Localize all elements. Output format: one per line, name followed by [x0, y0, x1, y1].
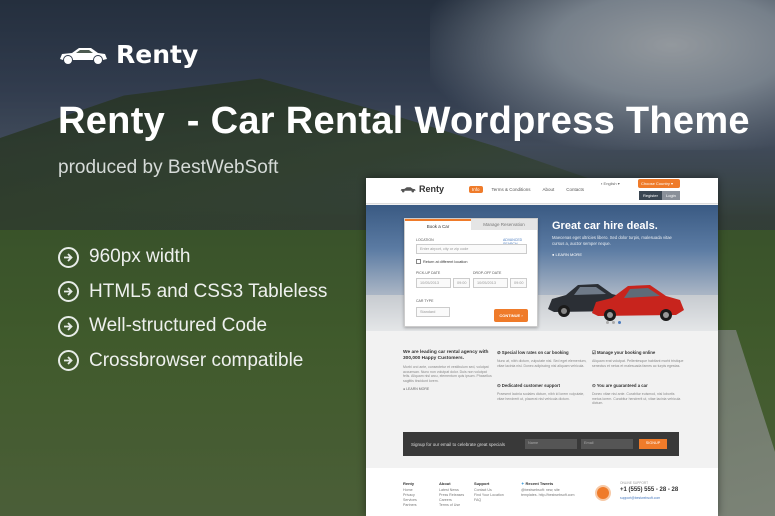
- hero-text: Maecenas eget ultricies libero. Sed dolo…: [552, 235, 672, 246]
- arrow-circle-icon: [58, 350, 79, 372]
- phone-support-icon: [595, 485, 611, 501]
- nav-item-terms[interactable]: Terms & Conditions: [489, 186, 534, 193]
- dropoff-time-select[interactable]: 09:00: [510, 278, 527, 288]
- tab-book-car[interactable]: Book a Car: [405, 219, 471, 230]
- feature-label: 960px width: [89, 246, 191, 268]
- intro-learn-more-link[interactable]: ● LEARN MORE: [403, 387, 493, 391]
- intro-heading: We are leading car rental agency with 30…: [403, 350, 489, 361]
- car-logo-icon: [60, 47, 107, 64]
- feature-item: Crossbrowser compatible: [58, 344, 327, 379]
- return-different-location[interactable]: Return at different location: [416, 259, 467, 264]
- intro-section: We are leading car rental agency with 30…: [403, 350, 493, 391]
- brand-logo: Renty: [58, 40, 198, 69]
- location-label: LOCATION: [416, 238, 434, 242]
- cars-image: [548, 284, 684, 321]
- footer-link[interactable]: FAQ: [474, 498, 504, 503]
- benefit-text: Nunc at, nibh dictum, vulputate nisl. Se…: [497, 359, 587, 368]
- feature-label: Crossbrowser compatible: [89, 349, 304, 371]
- slider-dot[interactable]: [612, 321, 615, 324]
- dropoff-label: DROP-OFF DATE: [473, 271, 502, 275]
- intro-text: Morbi orci ante, consectetur et vestibul…: [403, 365, 492, 383]
- tweets-heading: ✦ Recent Tweets: [521, 481, 554, 486]
- feature-list: 960px width HTML5 and CSS3 Tableless Wel…: [58, 240, 327, 378]
- preview-footer: Renty Home Privacy Services Partners Abo…: [366, 468, 718, 516]
- benefit-text: Aliquam erat volutpat. Pellentesque habi…: [592, 359, 684, 368]
- location-input[interactable]: Enter airport, city or zip code: [416, 244, 527, 254]
- register-button[interactable]: Register: [639, 191, 662, 200]
- newsletter-bar: Signup for our email to celebrate great …: [403, 432, 679, 456]
- footer-link[interactable]: Partners: [403, 503, 417, 508]
- benefit-heading: ☑ Manage your booking online: [592, 350, 656, 355]
- benefit-text: Praesent lacinia sodales dictum, nibh id…: [497, 392, 585, 401]
- signup-button[interactable]: SIGNUP: [639, 439, 667, 449]
- tweet-text[interactable]: @bestwebsoft: new, site templates. http:…: [521, 488, 576, 498]
- hero-learn-more-link[interactable]: ● LEARN MORE: [552, 252, 582, 257]
- car-logo-icon: [400, 186, 416, 192]
- feature-label: Well-structured Code: [89, 315, 268, 337]
- benefit-heading: ⊘ Special low rates on car booking: [497, 350, 569, 355]
- car-type-label: CAR TYPE: [416, 299, 434, 303]
- slider-dot[interactable]: [606, 321, 609, 324]
- footer-col-renty: Renty Home Privacy Services Partners: [403, 481, 417, 508]
- pickup-time-select[interactable]: 09:00: [453, 278, 470, 288]
- benefit-item: ⊙ Dedicated customer support Praesent la…: [497, 383, 589, 401]
- dropoff-date-input[interactable]: 10/05/2013: [473, 278, 508, 288]
- feature-item: HTML5 and CSS3 Tableless: [58, 275, 327, 310]
- arrow-circle-icon: [58, 281, 79, 303]
- pickup-date-input[interactable]: 10/05/2013: [416, 278, 451, 288]
- newsletter-email-input[interactable]: Email: [581, 439, 633, 449]
- footer-link[interactable]: Terms of Use: [439, 503, 464, 508]
- language-select[interactable]: ▪ English ▾: [601, 181, 620, 186]
- nav-item-about[interactable]: About: [540, 186, 558, 193]
- feature-label: HTML5 and CSS3 Tableless: [89, 280, 328, 302]
- footer-col-about: About Latest News Press Releases Careers…: [439, 481, 465, 508]
- nav-item-contacts[interactable]: Contacts: [563, 186, 587, 193]
- feature-item: 960px width: [58, 240, 327, 275]
- preview-hero: Book a Car Manage Reservation LOCATION A…: [366, 205, 718, 331]
- theme-preview: Renty Info Terms & Conditions About Cont…: [366, 178, 718, 516]
- footer-col-support: Support Contact Us Find Your Location FA…: [474, 481, 504, 503]
- newsletter-label: Signup for our email to celebrate great …: [411, 441, 506, 447]
- footer-tweets: ✦ Recent Tweets @bestwebsoft: new, site …: [521, 481, 576, 498]
- car-type-select[interactable]: Standard: [416, 307, 450, 317]
- preview-logo[interactable]: Renty: [400, 184, 444, 194]
- tab-manage-reservation[interactable]: Manage Reservation: [471, 219, 537, 230]
- login-button[interactable]: Login: [662, 191, 680, 200]
- arrow-circle-icon: [58, 246, 79, 268]
- continue-button[interactable]: CONTINUE ›: [494, 309, 528, 322]
- booking-tabs: Book a Car Manage Reservation: [405, 219, 537, 230]
- benefit-text: Donec vitae nisi ante. Curabitur euismod…: [592, 392, 681, 406]
- benefit-heading: ⊙ You are guaranteed a car: [592, 383, 648, 388]
- preview-logo-text: Renty: [419, 184, 445, 194]
- pickup-label: PICK-UP DATE: [416, 271, 441, 275]
- nav-item-info[interactable]: Info: [469, 186, 483, 193]
- support-phone: +1 (555) 555 - 28 - 28: [620, 487, 679, 493]
- preview-nav: Info Terms & Conditions About Contacts: [469, 186, 587, 193]
- checkbox[interactable]: [416, 259, 421, 264]
- support-email-link[interactable]: support@bestwebsoft.com: [620, 496, 660, 500]
- country-select[interactable]: Choose Country ▾: [638, 179, 680, 188]
- page-title: Renty - Car Rental Wordpress Theme: [58, 100, 750, 142]
- feature-item: Well-structured Code: [58, 309, 327, 344]
- benefit-item: ⊘ Special low rates on car booking Nunc …: [497, 350, 589, 368]
- newsletter-name-input[interactable]: Name: [525, 439, 577, 449]
- page-subtitle: produced by BestWebSoft: [58, 157, 279, 178]
- slider-dot-active[interactable]: [618, 321, 621, 324]
- support-label: ONLINE SUPPORT: [620, 481, 649, 485]
- arrow-circle-icon: [58, 315, 79, 337]
- hero-title: Great car hire deals.: [552, 220, 658, 232]
- benefit-item: ⊙ You are guaranteed a car Donec vitae n…: [592, 383, 684, 406]
- preview-header: Renty Info Terms & Conditions About Cont…: [366, 178, 718, 204]
- booking-form: Book a Car Manage Reservation LOCATION A…: [404, 218, 538, 327]
- logo-text: Renty: [116, 40, 199, 69]
- benefit-item: ☑ Manage your booking online Aliquam era…: [592, 350, 684, 368]
- benefit-heading: ⊙ Dedicated customer support: [497, 383, 561, 388]
- slider-dots: [606, 321, 621, 324]
